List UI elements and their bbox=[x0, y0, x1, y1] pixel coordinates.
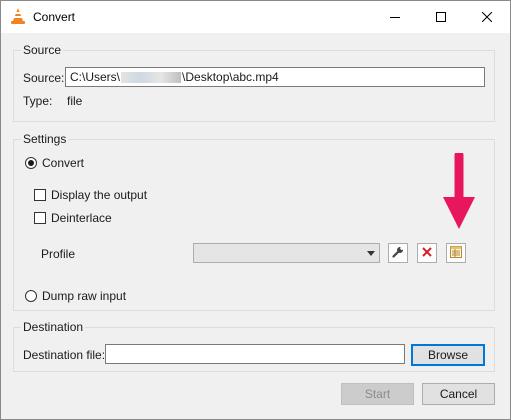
vlc-cone-icon bbox=[10, 8, 26, 25]
close-button[interactable] bbox=[464, 1, 510, 33]
deinterlace-label[interactable]: Deinterlace bbox=[51, 211, 112, 225]
source-label: Source: bbox=[23, 71, 65, 85]
chevron-down-icon bbox=[367, 251, 375, 256]
dump-raw-label[interactable]: Dump raw input bbox=[42, 289, 126, 303]
convert-radio-label[interactable]: Convert bbox=[42, 156, 84, 170]
wrench-icon bbox=[392, 246, 404, 261]
title-bar[interactable]: Convert bbox=[1, 1, 510, 33]
redacted-username bbox=[121, 72, 182, 84]
settings-group bbox=[13, 139, 495, 311]
minimize-icon bbox=[390, 12, 400, 22]
convert-dialog: Convert Source Source: C:\Users\ \Desktop… bbox=[0, 0, 511, 420]
edit-profile-button[interactable] bbox=[388, 243, 408, 263]
destination-group-label: Destination bbox=[21, 320, 86, 334]
browse-button[interactable]: Browse bbox=[411, 344, 485, 366]
profile-label: Profile bbox=[41, 247, 76, 261]
deinterlace-checkbox[interactable] bbox=[34, 212, 46, 224]
source-group-label: Source bbox=[21, 43, 64, 57]
minimize-button[interactable] bbox=[372, 1, 418, 33]
type-value: file bbox=[67, 94, 83, 108]
profile-dropdown[interactable] bbox=[193, 243, 380, 263]
close-icon bbox=[482, 12, 492, 22]
source-path-field[interactable]: C:\Users\ \Desktop\abc.mp4 bbox=[65, 67, 485, 87]
convert-radio[interactable] bbox=[25, 157, 37, 169]
new-profile-button[interactable] bbox=[446, 243, 466, 263]
destination-file-label: Destination file: bbox=[23, 348, 106, 362]
maximize-button[interactable] bbox=[418, 1, 464, 33]
dump-raw-radio[interactable] bbox=[25, 290, 37, 302]
delete-profile-button[interactable] bbox=[417, 243, 437, 263]
source-path-end: \Desktop\abc.mp4 bbox=[182, 70, 279, 84]
window-title: Convert bbox=[33, 10, 76, 24]
red-x-icon bbox=[422, 246, 432, 260]
settings-group-label: Settings bbox=[21, 132, 69, 146]
display-output-checkbox[interactable] bbox=[34, 189, 46, 201]
destination-file-input[interactable] bbox=[105, 344, 405, 364]
source-path-start: C:\Users\ bbox=[70, 70, 121, 84]
cancel-button[interactable]: Cancel bbox=[422, 383, 495, 405]
new-profile-icon bbox=[450, 245, 462, 261]
type-label: Type: bbox=[23, 94, 53, 108]
display-output-label[interactable]: Display the output bbox=[51, 188, 147, 202]
pointer-arrow-annotation bbox=[441, 150, 477, 234]
maximize-icon bbox=[436, 12, 446, 22]
start-button[interactable]: Start bbox=[341, 383, 414, 405]
